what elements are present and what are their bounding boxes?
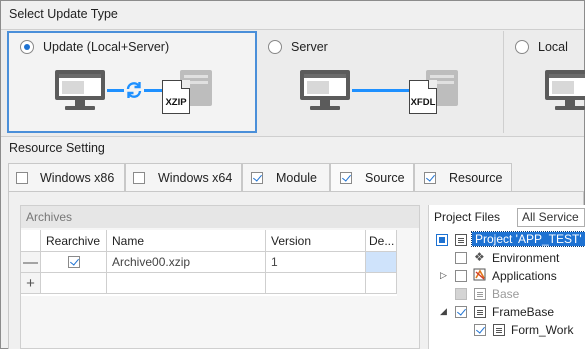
remove-row-button[interactable]: —: [21, 252, 41, 273]
tree-item-applications[interactable]: Applications: [492, 269, 557, 283]
resource-setting-title: Resource Setting: [9, 141, 105, 155]
resource-label: Resource: [449, 171, 503, 185]
resource-checkbox[interactable]: [424, 172, 436, 184]
local-monitor-clip: [545, 70, 585, 112]
applications-icon: [473, 268, 487, 282]
tree-item-base: Base: [492, 287, 520, 301]
archives-title: Archives: [26, 210, 73, 224]
base-icon: [474, 288, 486, 300]
service-filter-select[interactable]: All Service: [517, 208, 585, 227]
form-work-checkbox[interactable]: [474, 324, 486, 336]
server-monitor-base: [310, 106, 340, 110]
column-header-rearchive[interactable]: Rearchive: [41, 230, 107, 252]
tree-item-environment[interactable]: Environment: [492, 251, 559, 265]
windows-x64-checkbox[interactable]: [133, 172, 145, 184]
tab-module[interactable]: Module: [242, 163, 330, 191]
xfdl-file-label: XFDL: [410, 97, 436, 108]
windows-x64-label: Windows x64: [158, 171, 233, 185]
project-icon: [455, 234, 467, 246]
new-row-version-cell[interactable]: [266, 273, 366, 294]
server-connection-line: [352, 89, 412, 92]
windows-x86-checkbox[interactable]: [16, 172, 28, 184]
server-monitor-icon: [300, 70, 350, 100]
update-type-title: Select Update Type: [9, 7, 118, 21]
local-monitor-icon: [55, 70, 105, 100]
update-local-server-radio[interactable]: [20, 40, 34, 54]
source-label: Source: [365, 171, 405, 185]
new-row-rearchive-cell[interactable]: [41, 273, 107, 294]
add-row-button[interactable]: +: [21, 273, 41, 294]
tab-windows-x86[interactable]: Windows x86: [8, 163, 125, 191]
form-work-icon: [493, 324, 505, 336]
column-header-version[interactable]: Version: [266, 230, 366, 252]
tree-item-framebase[interactable]: FrameBase: [492, 305, 554, 319]
local-monitor-base: [65, 106, 95, 110]
column-header-name[interactable]: Name: [107, 230, 266, 252]
local-only-monitor-base: [555, 106, 585, 110]
rearchive-checkbox[interactable]: [68, 256, 80, 268]
project-checkbox[interactable]: [436, 234, 448, 246]
new-row-description-cell[interactable]: [366, 273, 397, 294]
environment-checkbox[interactable]: [455, 252, 467, 264]
sync-icon: [124, 80, 144, 100]
local-only-monitor-icon: [545, 70, 585, 100]
source-checkbox[interactable]: [340, 172, 352, 184]
xzip-file-label: XZIP: [165, 97, 187, 108]
tree-item-form-work[interactable]: Form_Work: [511, 323, 573, 337]
xzip-file-icon: XZIP: [162, 80, 190, 114]
grid-corner-header: [21, 230, 41, 252]
archive-description-cell[interactable]: [366, 252, 397, 273]
environment-icon: ❖: [474, 250, 485, 264]
module-label: Module: [276, 171, 317, 185]
module-checkbox[interactable]: [251, 172, 263, 184]
archive-name-cell[interactable]: Archive00.xzip: [107, 252, 266, 273]
xfdl-file-icon: XFDL: [409, 80, 437, 114]
base-checkbox: [455, 288, 467, 300]
applications-checkbox[interactable]: [455, 270, 467, 282]
column-header-description[interactable]: De...: [366, 230, 397, 252]
rearchive-cell[interactable]: [41, 252, 107, 273]
tab-source[interactable]: Source: [330, 163, 414, 191]
local-radio[interactable]: [515, 40, 529, 54]
framebase-icon: [474, 306, 486, 318]
framebase-checkbox[interactable]: [455, 306, 467, 318]
update-local-server-label: Update (Local+Server): [43, 40, 170, 54]
applications-expand-icon[interactable]: ▷: [440, 270, 447, 281]
archives-grid: Rearchive Name Version De... — Archive00…: [21, 230, 397, 296]
tab-windows-x64[interactable]: Windows x64: [125, 163, 242, 191]
new-row-name-cell[interactable]: [107, 273, 266, 294]
framebase-collapse-icon[interactable]: ◢: [440, 306, 447, 317]
tree-item-project[interactable]: Project 'APP_TEST': [471, 231, 585, 247]
project-files-title: Project Files: [434, 210, 501, 224]
tab-resource[interactable]: Resource: [414, 163, 512, 191]
archive-version-cell[interactable]: 1: [266, 252, 366, 273]
server-radio[interactable]: [268, 40, 282, 54]
server-label: Server: [291, 40, 328, 54]
local-label: Local: [538, 40, 568, 54]
windows-x86-label: Windows x86: [40, 171, 115, 185]
archives-header: [21, 206, 419, 228]
